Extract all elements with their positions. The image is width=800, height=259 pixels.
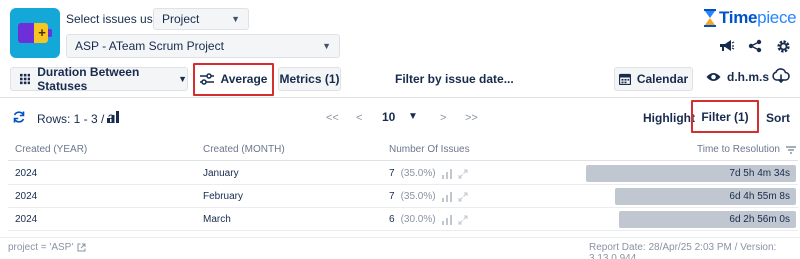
chevron-down-icon: ▼ [231, 14, 240, 24]
column-header-year[interactable]: Created (YEAR) [15, 144, 87, 155]
cell-year: 2024 [15, 191, 38, 202]
calendar-icon [618, 73, 631, 85]
megaphone-icon[interactable] [718, 37, 736, 55]
expand-icon[interactable] [458, 169, 468, 179]
issue-source-value: Project [162, 12, 200, 26]
time-format-toggle[interactable]: d.h.m.s [706, 70, 769, 84]
chevron-down-icon[interactable]: ▼ [408, 111, 418, 122]
chevron-down-icon: ▼ [178, 74, 187, 84]
cell-year: 2024 [15, 214, 38, 225]
chevron-down-icon: ▼ [322, 41, 331, 51]
filter-icon[interactable] [786, 145, 796, 154]
issue-percent: (35.0%) [400, 191, 436, 202]
bar-chart-icon[interactable] [107, 111, 119, 126]
resolution-bar: 6d 2h 56m 0s [619, 211, 796, 228]
cloud-download-icon[interactable] [772, 68, 790, 87]
metrics-button[interactable]: Metrics (1) [278, 67, 341, 91]
bar-chart-icon[interactable] [441, 191, 452, 202]
refresh-icon[interactable] [12, 110, 26, 127]
share-icon[interactable] [746, 37, 764, 55]
sliders-icon [199, 73, 214, 85]
issue-percent: (35.0%) [400, 168, 436, 179]
grid-icon [20, 73, 31, 85]
cell-month: March [203, 214, 231, 225]
jql-query[interactable]: project = 'ASP' [8, 242, 86, 253]
column-header-issues[interactable]: Number Of Issues [389, 144, 470, 155]
pager-last[interactable]: >> [465, 112, 478, 124]
pager-first[interactable]: << [326, 112, 339, 124]
column-header-resolution[interactable]: Time to Resolution [697, 144, 796, 155]
rows-count: Rows: 1 - 3 / 3 [37, 112, 115, 126]
cell-issues: 7 (35.0%) [389, 168, 468, 179]
expand-icon[interactable] [458, 215, 468, 225]
pager-next[interactable]: > [440, 112, 446, 124]
column-header-month[interactable]: Created (MONTH) [203, 144, 285, 155]
report-info: Report Date: 28/Apr/25 2:03 PM / Version… [589, 242, 777, 259]
cell-month: February [203, 191, 244, 202]
app-logo: + [10, 8, 60, 58]
cell-year: 2024 [15, 168, 38, 179]
page-size-select[interactable]: 10 [382, 110, 395, 124]
bar-chart-icon[interactable] [441, 168, 452, 179]
footer-divider [0, 237, 800, 238]
brand-logo: Time piece [703, 8, 797, 28]
issue-count: 7 [389, 191, 395, 202]
expand-icon[interactable] [458, 192, 468, 202]
filter-button[interactable]: Filter (1) [697, 105, 753, 129]
issue-count: 7 [389, 168, 395, 179]
issue-count: 6 [389, 214, 395, 225]
calendar-button[interactable]: Calendar [614, 67, 693, 91]
calendar-label: Calendar [636, 72, 689, 86]
highlight-button[interactable]: Highlight [643, 111, 695, 125]
brand-name-secondary: piece [757, 8, 797, 27]
report-type-dropdown[interactable]: Duration Between Statuses ▼ [10, 65, 188, 93]
gear-icon[interactable] [774, 37, 792, 55]
report-type-label: Duration Between Statuses [37, 65, 140, 93]
resolution-bar: 6d 4h 55m 8s [615, 188, 796, 205]
jql-text: project = 'ASP' [8, 242, 74, 253]
filter-by-date-link[interactable]: Filter by issue date... [395, 72, 514, 86]
pager-prev[interactable]: < [356, 112, 362, 124]
eye-icon [706, 73, 721, 81]
average-button[interactable]: Average [198, 67, 269, 91]
issue-percent: (30.0%) [400, 214, 436, 225]
sort-button[interactable]: Sort [766, 111, 790, 125]
row-divider [8, 230, 798, 231]
external-link-icon[interactable] [77, 243, 86, 252]
cell-issues: 7 (35.0%) [389, 191, 468, 202]
issue-source-select[interactable]: Project ▼ [153, 8, 249, 30]
table-header-divider [8, 160, 798, 161]
hourglass-icon [704, 9, 716, 27]
project-value: ASP - ATeam Scrum Project [75, 39, 224, 53]
column-header-resolution-label: Time to Resolution [697, 144, 780, 155]
metrics-label: Metrics (1) [279, 72, 340, 86]
cell-month: January [203, 168, 239, 179]
cell-issues: 6 (30.0%) [389, 214, 468, 225]
brand-name-primary: Time [719, 8, 758, 27]
average-label: Average [220, 72, 268, 86]
bar-chart-icon[interactable] [441, 214, 452, 225]
resolution-bar: 7d 5h 4m 34s [586, 165, 796, 182]
project-select[interactable]: ASP - ATeam Scrum Project ▼ [66, 34, 340, 58]
time-format-label: d.h.m.s [727, 70, 770, 84]
toolbar-divider [0, 97, 800, 98]
